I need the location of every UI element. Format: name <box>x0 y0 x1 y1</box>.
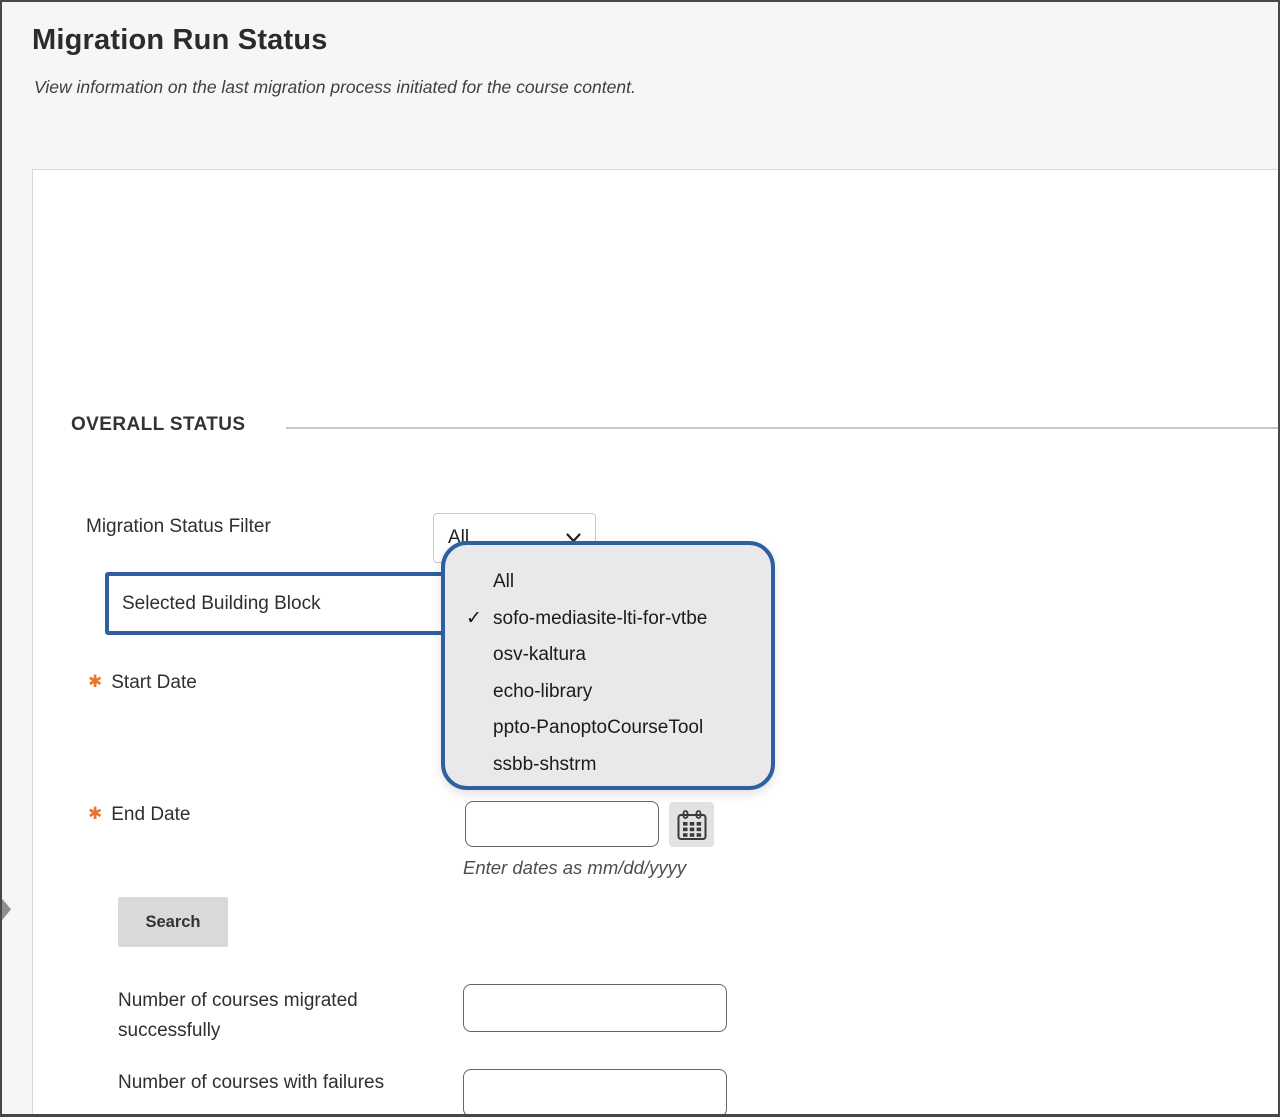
migration-status-filter-label: Migration Status Filter <box>86 516 271 538</box>
dropdown-item-all[interactable]: All <box>445 564 771 601</box>
courses-failures-input[interactable] <box>463 1069 727 1117</box>
selected-building-block-annotation: Selected Building Block <box>105 572 445 635</box>
dropdown-item-echo-library[interactable]: echo-library <box>445 674 771 711</box>
page-title: Migration Run Status <box>32 24 328 57</box>
start-date-row: ✱ Start Date <box>88 672 197 694</box>
selected-building-block-label: Selected Building Block <box>122 593 321 615</box>
dropdown-item-ssbb-shstrm[interactable]: ssbb-shstrm <box>445 747 771 784</box>
cursor-artifact <box>0 895 11 921</box>
checkmark-icon: ✓ <box>466 601 482 638</box>
required-icon: ✱ <box>88 672 102 691</box>
overall-status-rule <box>286 427 1278 429</box>
calendar-button[interactable] <box>669 802 714 847</box>
calendar-icon <box>675 808 709 842</box>
search-button[interactable]: Search <box>118 897 228 947</box>
courses-migrated-input[interactable] <box>463 984 727 1032</box>
migration-run-status-screen: Migration Run Status View information on… <box>0 0 1280 1117</box>
end-date-label: End Date <box>111 804 190 825</box>
required-icon: ✱ <box>88 804 102 823</box>
content-panel: OVERALL STATUS Migration Status Filter A… <box>32 169 1278 1114</box>
courses-failures-label: Number of courses with failures <box>118 1072 384 1094</box>
dropdown-item-osv-kaltura[interactable]: osv-kaltura <box>445 637 771 674</box>
end-date-row: ✱ End Date <box>88 804 190 826</box>
dropdown-item-sofo-mediasite[interactable]: ✓ sofo-mediasite-lti-for-vtbe <box>445 601 771 638</box>
date-format-hint: Enter dates as mm/dd/yyyy <box>463 857 686 879</box>
dropdown-item-ppto-panopto[interactable]: ppto-PanoptoCourseTool <box>445 710 771 747</box>
page-subtitle: View information on the last migration p… <box>34 77 636 98</box>
end-date-input[interactable] <box>465 801 659 847</box>
overall-status-heading: OVERALL STATUS <box>71 414 246 436</box>
building-block-dropdown: All ✓ sofo-mediasite-lti-for-vtbe osv-ka… <box>441 541 775 790</box>
courses-migrated-label: Number of courses migrated successfully <box>118 986 423 1046</box>
start-date-label: Start Date <box>111 672 197 693</box>
